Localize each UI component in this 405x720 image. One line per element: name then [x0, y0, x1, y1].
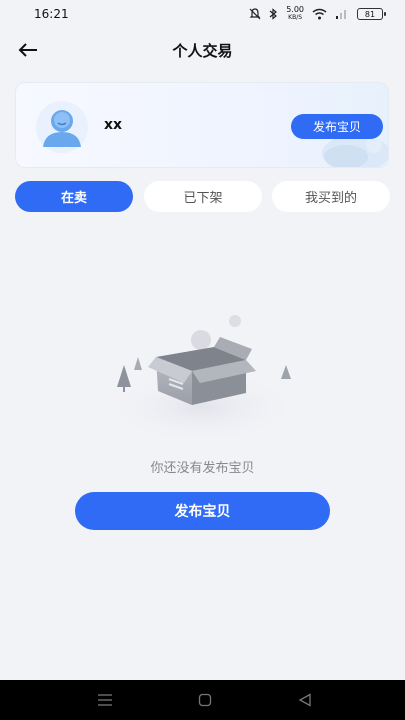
avatar[interactable]: [36, 101, 88, 153]
system-nav-bar: [0, 680, 405, 720]
tab-delisted[interactable]: 已下架: [144, 181, 262, 212]
status-bar: 16:21 5.00 KB/S 81: [0, 0, 405, 28]
empty-message: 你还没有发布宝贝: [150, 461, 255, 476]
menu-button[interactable]: [95, 690, 115, 710]
net-speed-value: 5.00: [286, 5, 304, 14]
username: xx: [104, 117, 123, 133]
wifi-icon: [312, 8, 327, 20]
status-time: 16:21: [34, 7, 69, 21]
empty-box-illustration: [102, 315, 302, 445]
bluetooth-icon: [269, 8, 278, 20]
back-icon: [298, 693, 311, 707]
user-avatar-icon: [36, 101, 88, 153]
net-speed-unit: KB/S: [288, 14, 303, 21]
tab-on-sale[interactable]: 在卖: [15, 181, 133, 212]
net-speed: 5.00 KB/S: [286, 6, 304, 22]
status-icons: 5.00 KB/S 81: [249, 6, 386, 22]
home-button[interactable]: [195, 690, 215, 710]
home-icon: [198, 693, 212, 707]
menu-icon: [98, 694, 112, 706]
mute-icon: [249, 8, 261, 20]
tab-purchased[interactable]: 我买到的: [272, 181, 390, 212]
battery-icon: 81: [357, 8, 386, 20]
publish-item-main-button[interactable]: 发布宝贝: [75, 492, 330, 530]
system-back-button[interactable]: [295, 690, 315, 710]
page-title: 个人交易: [172, 42, 233, 60]
tab-bar: 在卖 已下架 我买到的: [15, 181, 390, 212]
publish-item-button[interactable]: 发布宝贝: [291, 114, 383, 139]
signal-icon: [336, 10, 346, 19]
header: 个人交易: [0, 34, 405, 66]
profile-card: xx 发布宝贝: [15, 82, 389, 168]
battery-level: 81: [364, 9, 376, 19]
